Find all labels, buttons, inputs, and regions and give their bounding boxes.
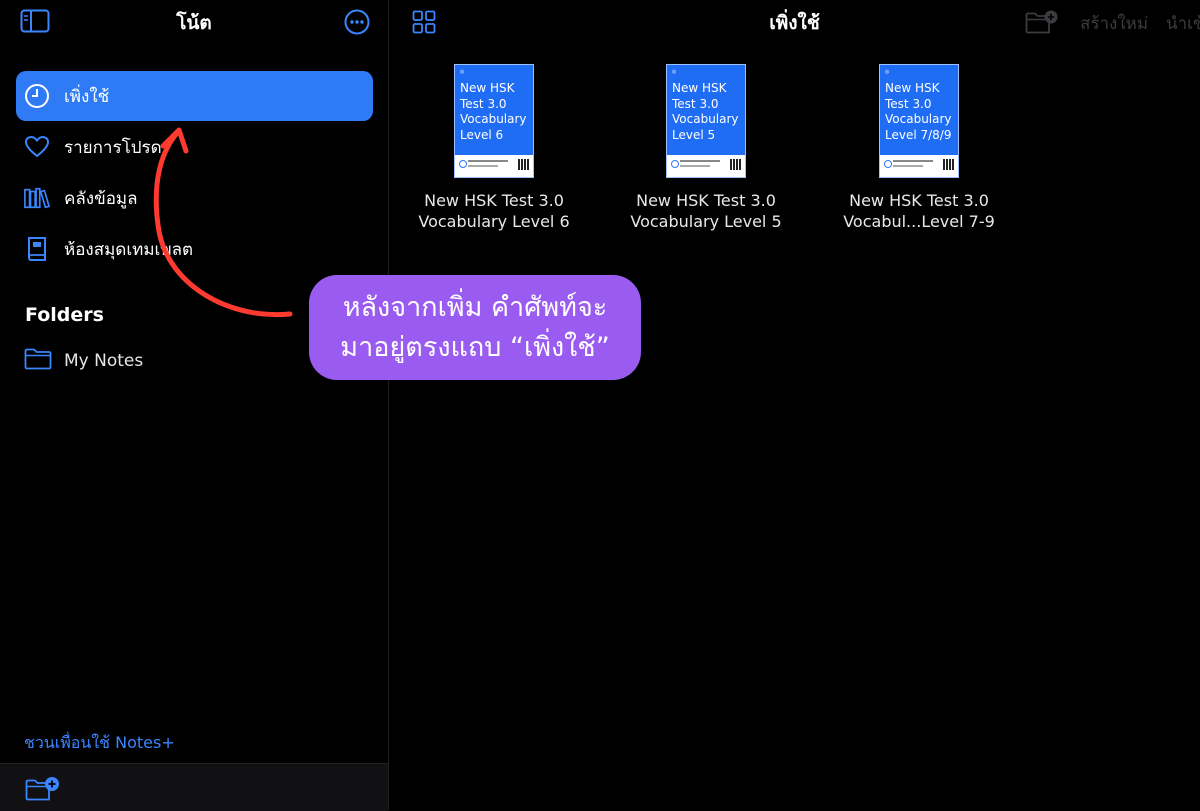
document-name-line2: Vocabul...Level 7-9 [843,212,995,231]
folder-item-my-notes[interactable]: My Notes [24,346,143,376]
create-new-button[interactable]: สร้างใหม่ [1080,10,1148,37]
document-name-line2: Vocabulary Level 5 [630,212,782,231]
sidebar: โน้ต เพิ่งใช้ รายการโปรด คลังข้อมูล ห้อง… [0,0,389,811]
folders-heading: Folders [25,304,104,326]
document-cover: ◎ New HSK Test 3.0 Vocabulary Level 7/8/… [879,64,959,178]
sidebar-footer [0,763,388,811]
sidebar-item-label: คลังข้อมูล [64,188,138,209]
cover-logo-icon: ◎ [885,69,890,75]
qr-code-icon [730,159,741,170]
callout-line1: หลังจากเพิ่ม คำศัพท์จะ [342,292,608,323]
callout-line2: มาอยู่ตรงแถบ “เพิ่งใช้” [340,332,610,363]
sidebar-title: โน้ต [176,12,212,34]
sidebar-nav: เพิ่งใช้ รายการโปรด คลังข้อมูล ห้องสมุดเ… [16,71,373,275]
qr-code-icon [518,159,529,170]
library-icon [24,185,50,211]
document-cover: ◎ New HSK Test 3.0 Vocabulary Level 5 [666,64,746,178]
cover-footer [455,155,533,177]
import-button[interactable]: นำเข้า [1166,10,1200,37]
document-name-line1: New HSK Test 3.0 [424,191,564,210]
template-book-icon [24,236,50,262]
document-item[interactable]: ◎ New HSK Test 3.0 Vocabulary Level 6 Ne… [399,64,589,232]
sidebar-item-label: ห้องสมุดเทมเพลต [64,239,194,260]
more-options-icon[interactable] [344,9,370,39]
sidebar-item-label: เพิ่งใช้ [64,86,110,107]
qr-code-icon [943,159,954,170]
document-item[interactable]: ◎ New HSK Test 3.0 Vocabulary Level 5 Ne… [611,64,801,232]
sidebar-item-library[interactable]: คลังข้อมูล [16,173,373,223]
sidebar-item-favorites[interactable]: รายการโปรด [16,122,373,172]
cover-logo-icon: ◎ [672,69,677,75]
sidebar-item-recent[interactable]: เพิ่งใช้ [16,71,373,121]
folder-icon [24,348,52,374]
new-folder-icon[interactable] [25,776,61,806]
document-name-line1: New HSK Test 3.0 [636,191,776,210]
document-cover: ◎ New HSK Test 3.0 Vocabulary Level 6 [454,64,534,178]
sidebar-item-template-library[interactable]: ห้องสมุดเทมเพลต [16,224,373,274]
document-name-line1: New HSK Test 3.0 [849,191,989,210]
cover-footer [880,155,958,177]
clock-icon [24,83,50,109]
cover-footer [667,155,745,177]
annotation-callout: หลังจากเพิ่ม คำศัพท์จะ มาอยู่ตรงแถบ “เพิ… [309,275,641,380]
document-item[interactable]: ◎ New HSK Test 3.0 Vocabulary Level 7/8/… [824,64,1014,232]
new-folder-disabled-icon[interactable] [1025,9,1059,39]
folder-label: My Notes [64,351,144,371]
cover-title: New HSK Test 3.0 Vocabulary Level 7/8/9 [885,81,952,142]
sidebar-item-label: รายการโปรด [64,137,162,158]
document-name-line2: Vocabulary Level 6 [418,212,570,231]
sidebar-header: โน้ต [0,0,388,44]
invite-friends-link[interactable]: ชวนเพื่อนใช้ Notes+ [24,731,175,756]
page-title: เพิ่งใช้ [769,12,820,34]
heart-icon [24,134,50,160]
cover-logo-icon: ◎ [460,69,465,75]
cover-title: New HSK Test 3.0 Vocabulary Level 6 [460,81,527,142]
cover-title: New HSK Test 3.0 Vocabulary Level 5 [672,81,739,142]
main-panel: เพิ่งใช้ สร้างใหม่ นำเข้า ◎ New HSK Test… [389,0,1200,810]
